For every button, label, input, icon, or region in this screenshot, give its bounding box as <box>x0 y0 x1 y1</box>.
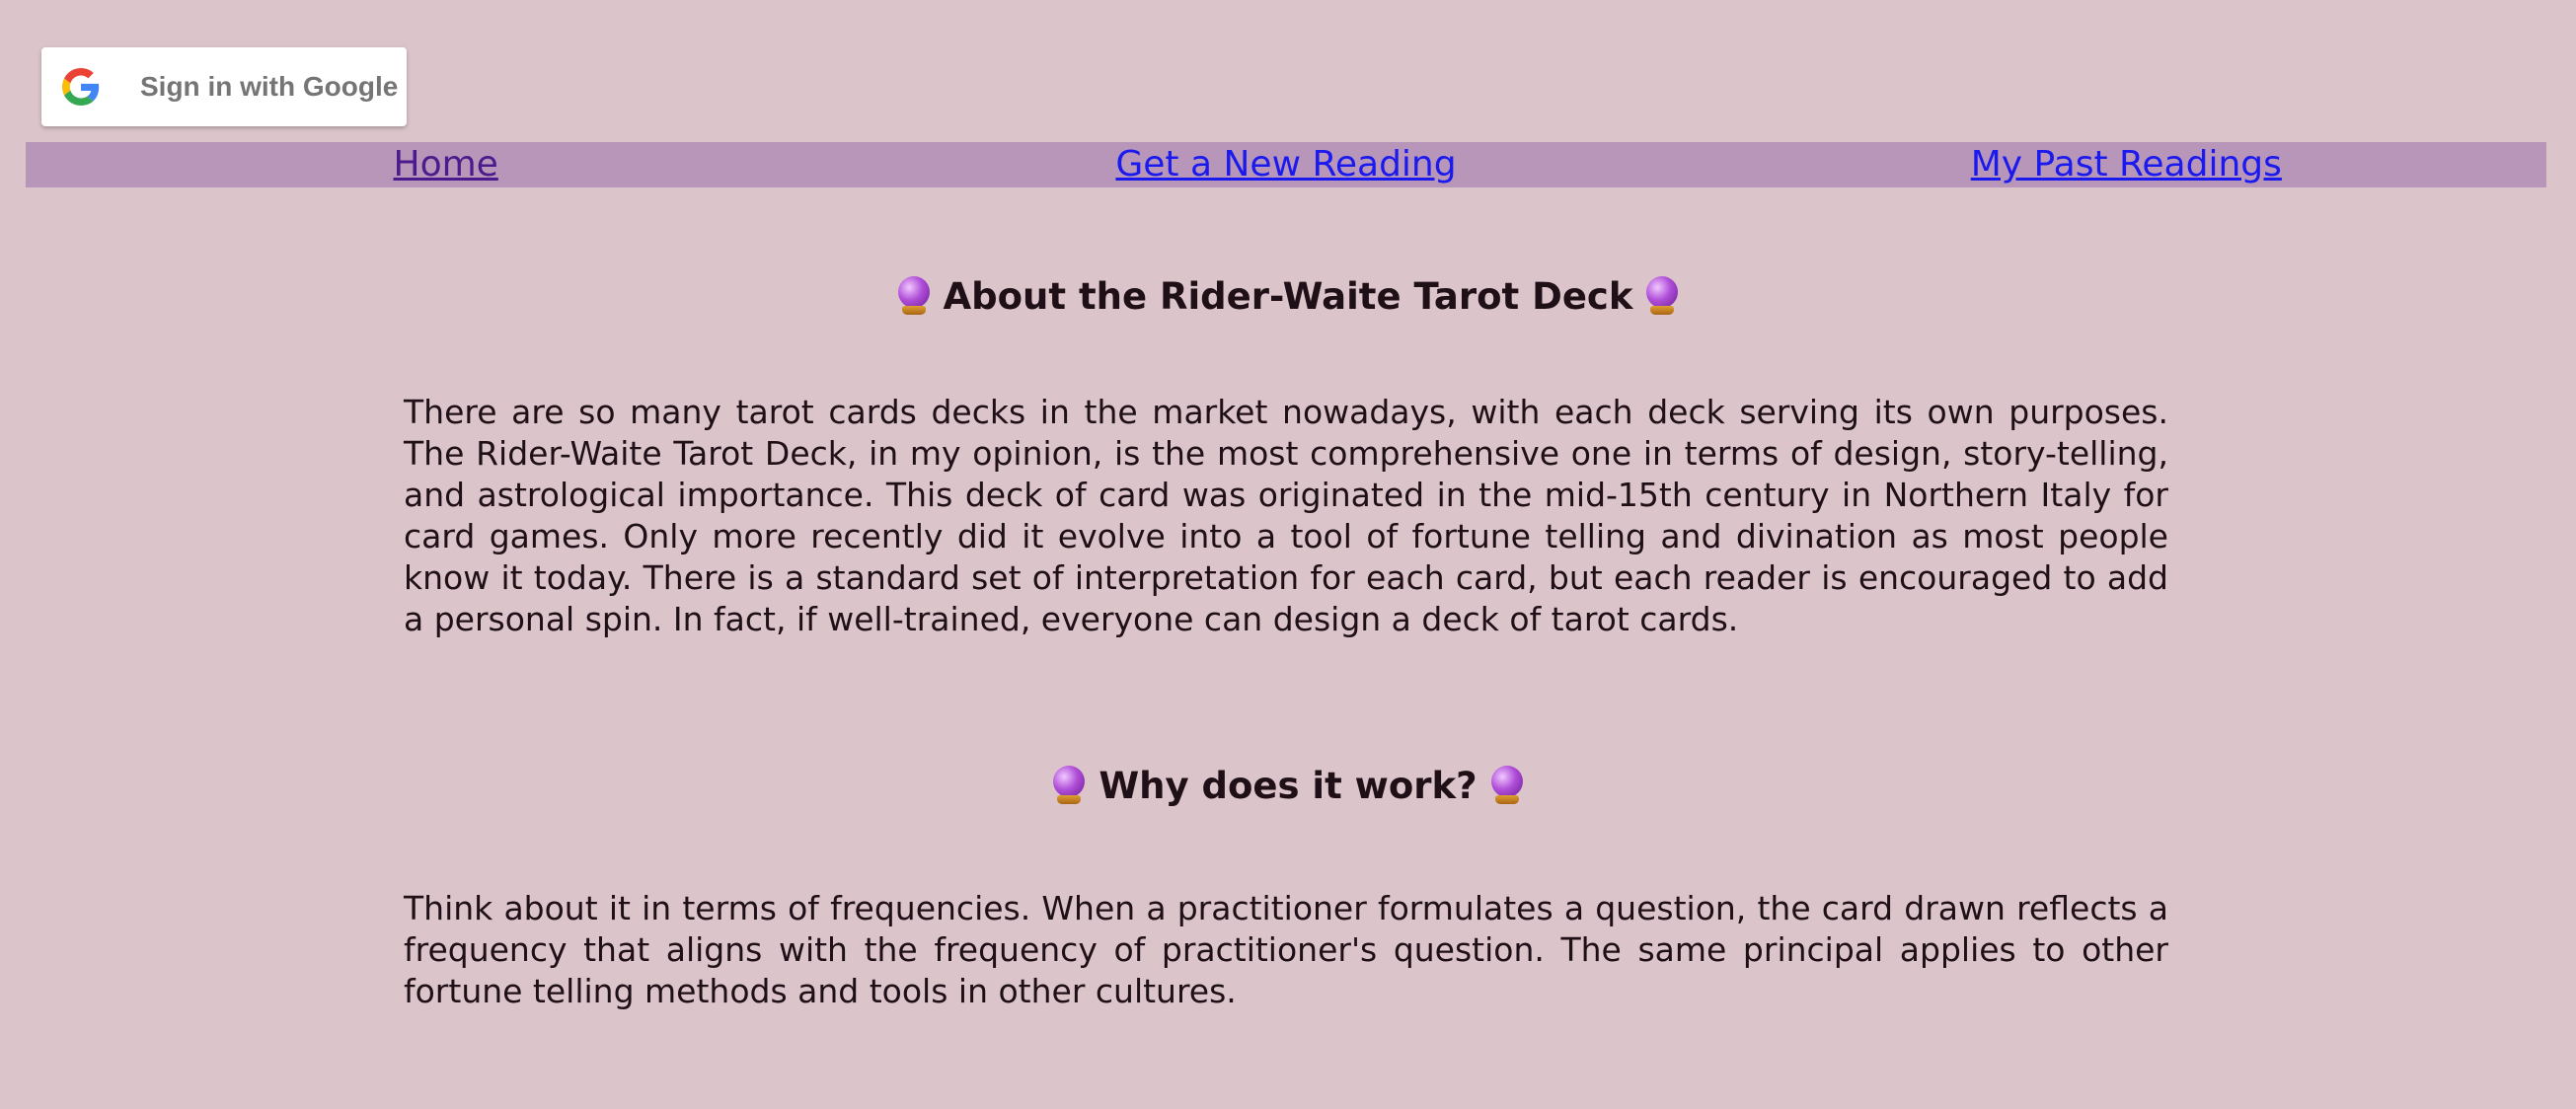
nav-cell-home: Home <box>26 142 866 187</box>
crystal-ball-icon <box>1489 766 1525 805</box>
google-g-icon <box>61 67 101 107</box>
why-heading-text: Why does it work? <box>1099 764 1477 807</box>
nav-cell-past-readings: My Past Readings <box>1706 142 2546 187</box>
why-section-heading: Why does it work? <box>0 758 2576 813</box>
top-navigation-bar: Home Get a New Reading My Past Readings <box>26 142 2546 187</box>
about-section-heading: About the Rider-Waite Tarot Deck <box>0 268 2576 324</box>
about-heading-text: About the Rider-Waite Tarot Deck <box>943 274 1633 318</box>
crystal-ball-icon <box>896 276 932 316</box>
nav-link-past-readings[interactable]: My Past Readings <box>1971 142 2282 187</box>
about-section-body: There are so many tarot cards decks in t… <box>404 393 2168 638</box>
google-sign-in-label: Sign in with Google <box>140 71 399 102</box>
crystal-ball-icon <box>1051 766 1087 805</box>
nav-link-home[interactable]: Home <box>394 142 498 187</box>
google-sign-in-button[interactable]: Sign in with Google <box>41 47 407 126</box>
nav-link-new-reading[interactable]: Get a New Reading <box>1115 142 1456 187</box>
crystal-ball-icon <box>1644 276 1680 316</box>
nav-cell-new-reading: Get a New Reading <box>866 142 1705 187</box>
why-section-body: Think about it in terms of frequencies. … <box>404 889 2168 1010</box>
